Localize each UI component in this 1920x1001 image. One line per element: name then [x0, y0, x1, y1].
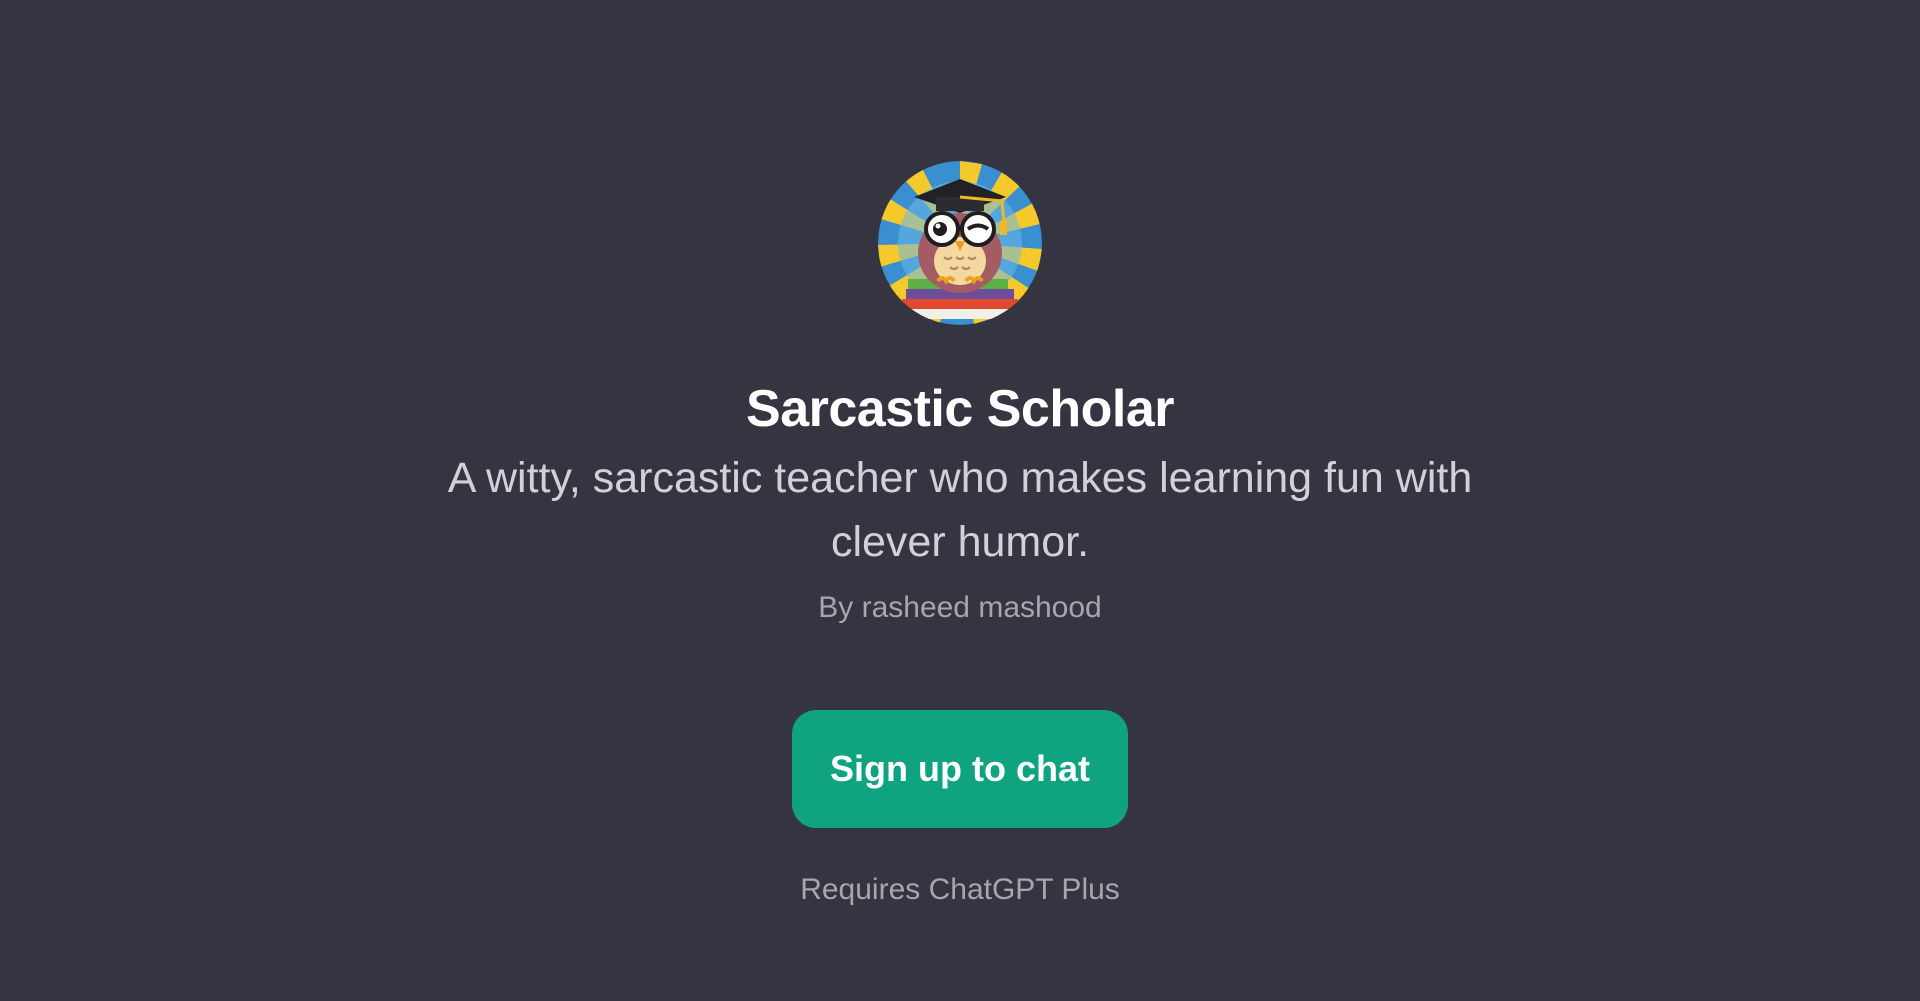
owl-graduate-icon	[878, 161, 1042, 325]
gpt-landing-page: Sarcastic Scholar A witty, sarcastic tea…	[0, 0, 1920, 1001]
plan-requirement-note: Requires ChatGPT Plus	[800, 873, 1120, 906]
gpt-avatar	[878, 161, 1042, 325]
gpt-title: Sarcastic Scholar	[746, 380, 1174, 438]
gpt-author: By rasheed mashood	[818, 591, 1102, 624]
sign-up-to-chat-button[interactable]: Sign up to chat	[792, 710, 1128, 828]
gpt-description: A witty, sarcastic teacher who makes lea…	[447, 454, 1473, 566]
